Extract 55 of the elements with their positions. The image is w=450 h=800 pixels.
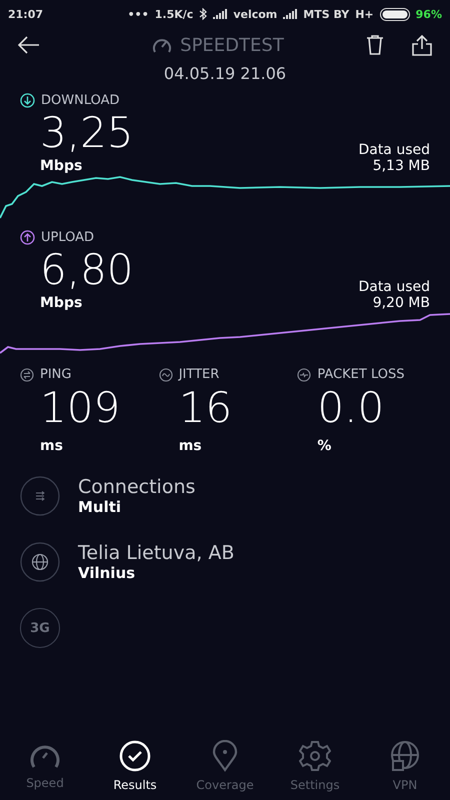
- status-dots: •••: [128, 8, 149, 20]
- speed-unit: Mbps: [40, 158, 84, 174]
- nav-tab[interactable]: Speed: [5, 740, 85, 792]
- map-pin-icon: [212, 740, 238, 772]
- battery-icon: [380, 8, 410, 20]
- settings-icon: [299, 740, 331, 772]
- stat-label: PING: [40, 367, 72, 382]
- speed-value: 3,25: [40, 108, 134, 158]
- result-label: DOWNLOAD: [41, 93, 120, 108]
- network-badge: 3G: [20, 608, 60, 648]
- globe-icon: [20, 542, 60, 582]
- nav-tab[interactable]: Results: [95, 740, 175, 792]
- gauge-icon: [152, 36, 172, 54]
- carrier-name: velcom: [233, 8, 278, 20]
- result-label: UPLOAD: [41, 230, 94, 245]
- test-date: 04.05.19 21.06: [164, 64, 286, 83]
- stat-unit: ms: [39, 438, 63, 454]
- signal-icon: [283, 9, 298, 19]
- stat-value: 109: [39, 382, 120, 434]
- checkmark-icon: [119, 740, 151, 772]
- share-icon[interactable]: [412, 34, 432, 56]
- trash-icon[interactable]: [366, 35, 384, 55]
- info-title: Connections: [78, 476, 196, 498]
- nav-tab[interactable]: Coverage: [185, 740, 265, 792]
- status-time: 21:07: [8, 8, 44, 20]
- data-used-label: Data used: [358, 279, 430, 295]
- battery-percent: 96%: [416, 8, 442, 20]
- connections-icon: [20, 476, 60, 516]
- info-subtitle: Vilnius: [78, 564, 136, 582]
- back-arrow-icon[interactable]: [18, 36, 40, 54]
- globe-lock-icon: [389, 740, 421, 772]
- data-used-value: 5,13 MB: [372, 158, 430, 174]
- jitter-icon: [158, 368, 173, 382]
- network-type: H+: [355, 8, 374, 20]
- nav-tab[interactable]: VPN: [365, 740, 445, 792]
- info-subtitle: Multi: [78, 498, 122, 516]
- network-speed: 1.5K/c: [154, 8, 194, 20]
- speed-value: 6,80: [40, 245, 134, 295]
- stat-value: 0.0: [316, 382, 384, 434]
- app-title: SPEEDTEST: [180, 34, 284, 56]
- stat-label: JITTER: [178, 367, 220, 382]
- info-title: Telia Lietuva, AB: [78, 542, 234, 564]
- stat-value: 16: [178, 382, 232, 434]
- data-used-label: Data used: [358, 142, 430, 158]
- ping-icon: [20, 368, 34, 382]
- stat-unit: ms: [178, 438, 202, 454]
- nav-tab[interactable]: Settings: [275, 740, 355, 792]
- speed-unit: Mbps: [40, 295, 84, 311]
- data-used-value: 9,20 MB: [372, 295, 430, 311]
- carrier-name: MTS BY: [303, 8, 350, 20]
- stat-unit: %: [316, 438, 332, 454]
- stat-label: PACKET LOSS: [317, 367, 404, 382]
- loss-icon: [297, 368, 312, 382]
- bluetooth-icon: [199, 8, 208, 20]
- signal-icon: [213, 9, 228, 19]
